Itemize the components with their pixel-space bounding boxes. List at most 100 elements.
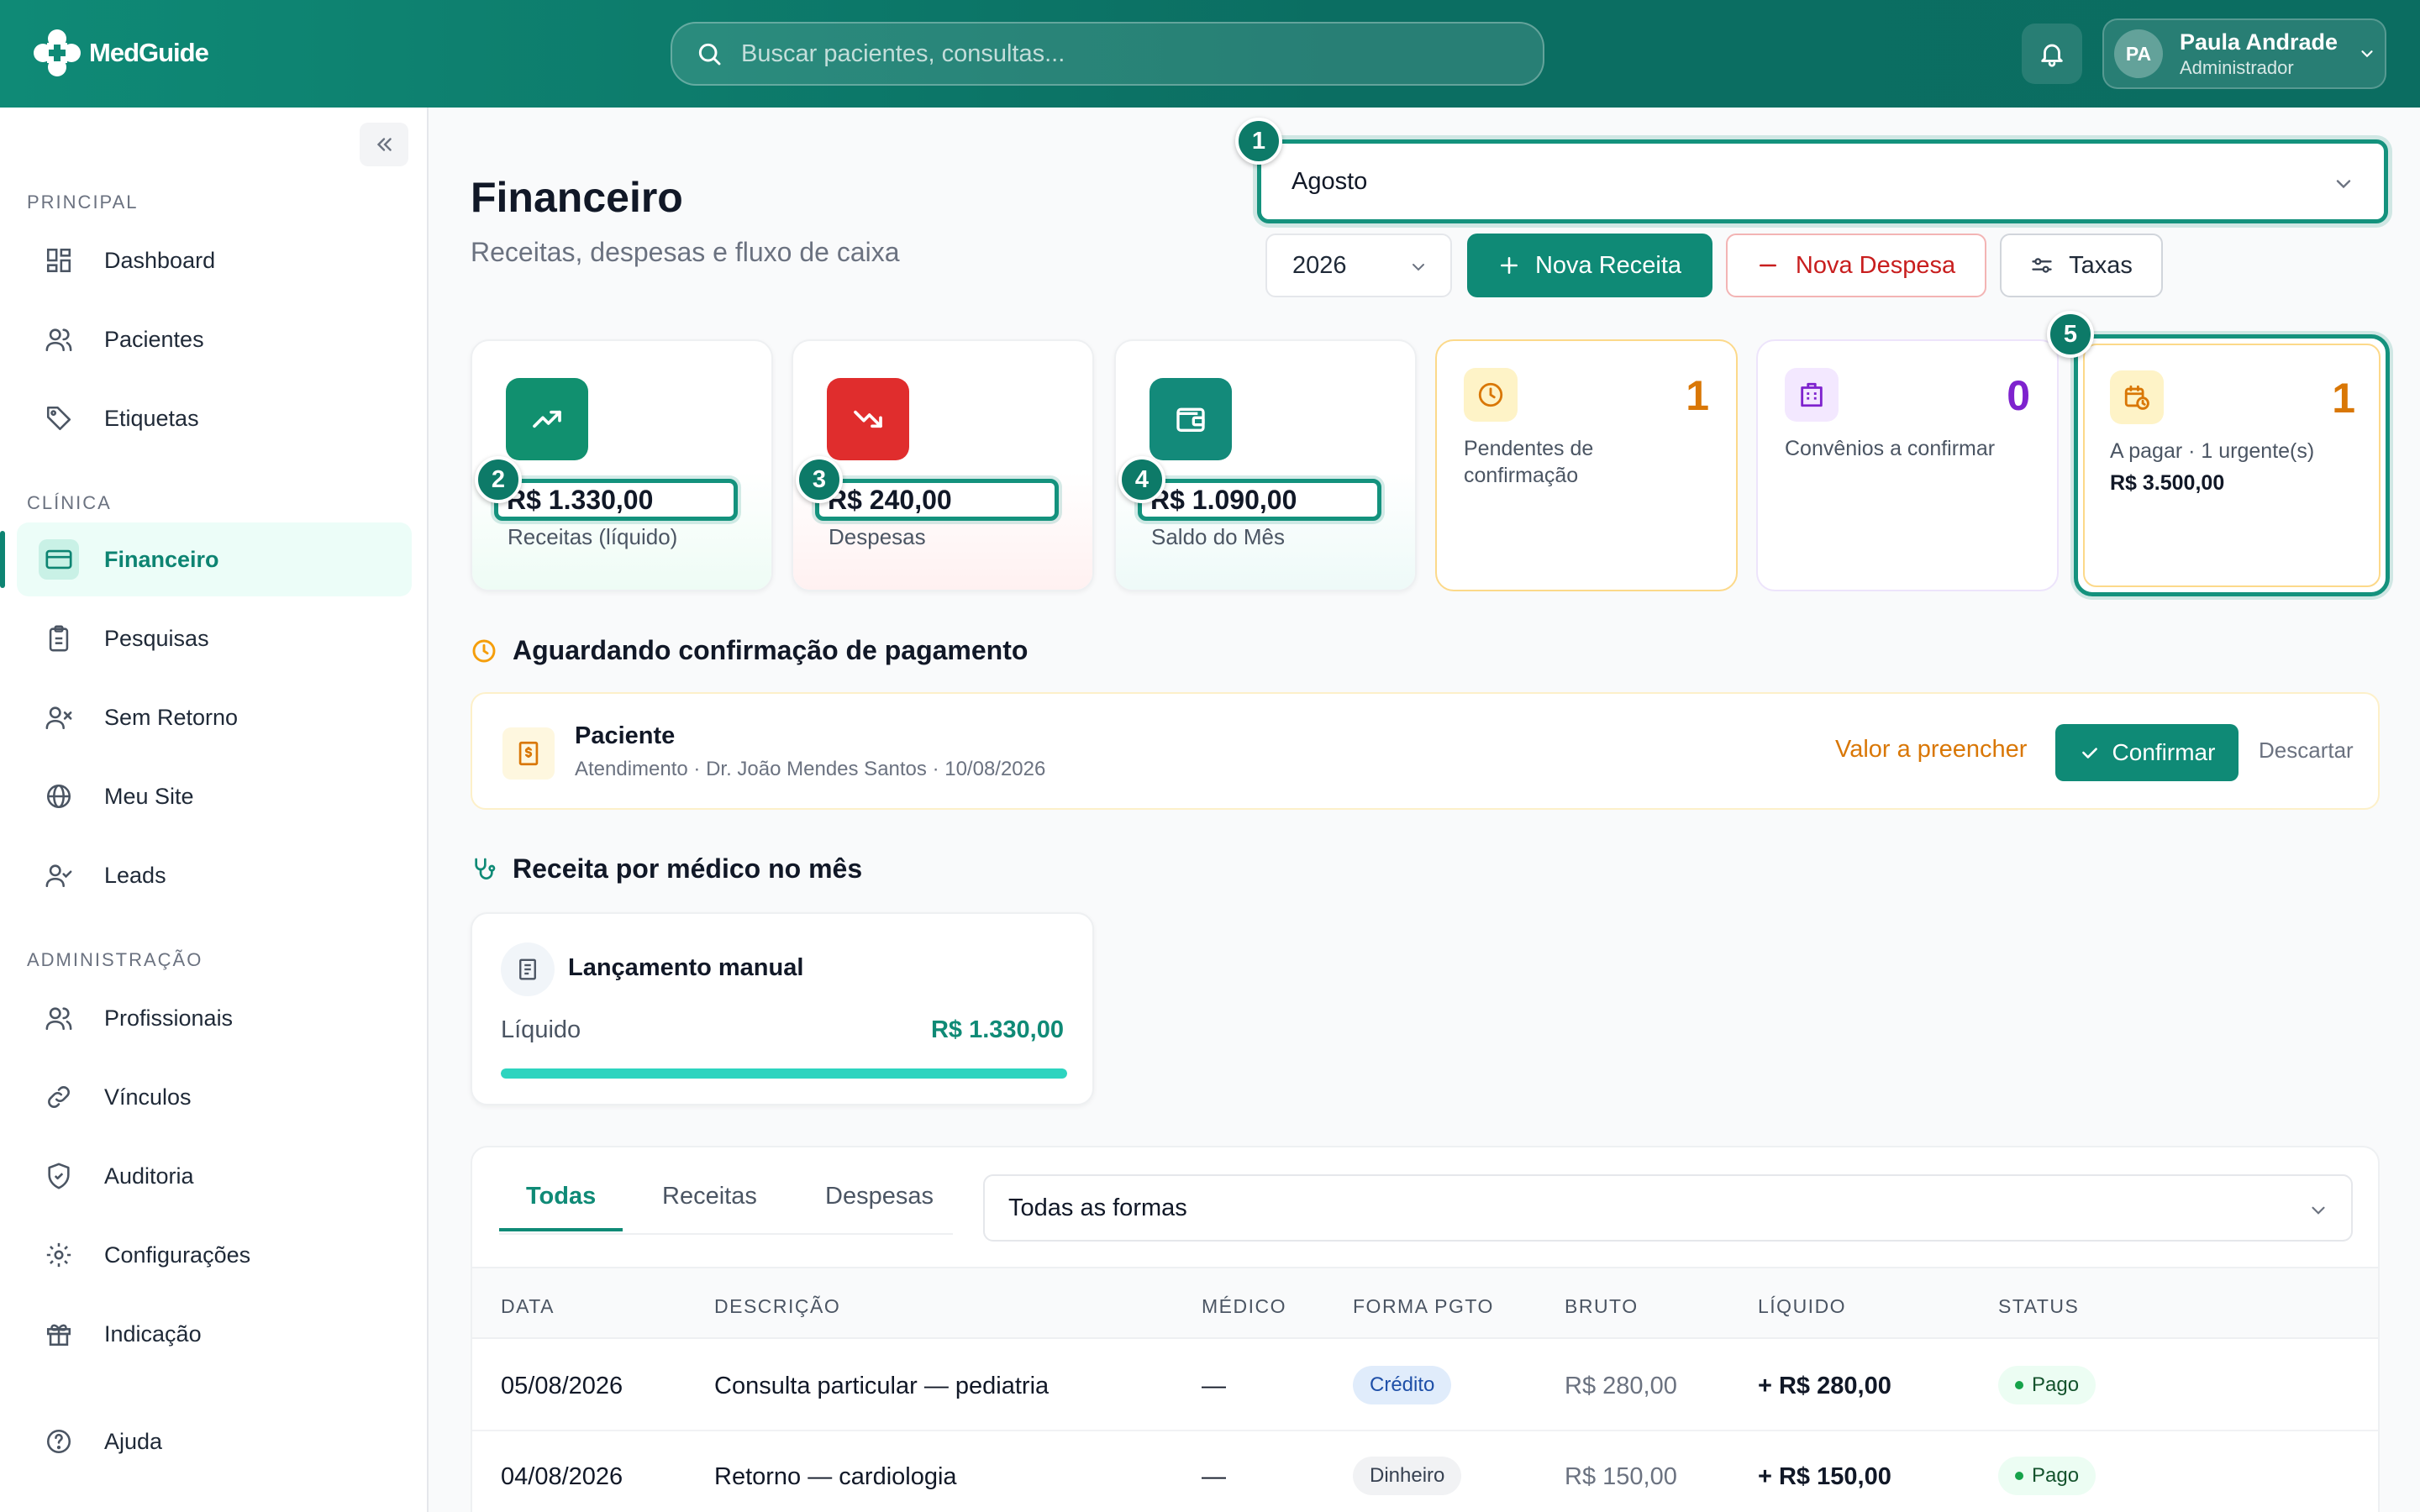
sidebar-item-auditoria[interactable]: Auditoria <box>17 1139 412 1213</box>
confirm-button[interactable]: Confirmar <box>2055 724 2238 781</box>
sidebar-item-ajuda[interactable]: Ajuda <box>17 1404 412 1478</box>
month-select-value: Agosto <box>1292 167 1368 195</box>
sidebar-item-label: Profissionais <box>104 1005 234 1031</box>
sidebar-item-profissionais[interactable]: Profissionais <box>17 981 412 1055</box>
sidebar-section-administracao: ADMINISTRAÇÃO <box>27 949 203 970</box>
gift-icon <box>39 1314 79 1354</box>
col-status[interactable]: STATUS <box>1998 1295 2079 1318</box>
doctor-name: Lançamento manual <box>568 954 804 981</box>
step-badge-1: 1 <box>1235 118 1282 165</box>
new-expense-button[interactable]: Nova Despesa <box>1726 234 1986 297</box>
to-pay-label: A pagar · 1 urgente(s) <box>2110 439 2315 463</box>
sidebar-section-principal: PRINCIPAL <box>27 192 139 213</box>
sidebar-item-label: Configurações <box>104 1242 251 1268</box>
table-header: DATA DESCRIÇÃO MÉDICO FORMA PGTO BRUTO L… <box>472 1267 2378 1339</box>
sidebar-item-label: Auditoria <box>104 1163 194 1189</box>
trend-up-icon <box>506 378 588 460</box>
clock-icon <box>471 638 497 664</box>
card-insurance-to-confirm[interactable]: 0 Convênios a confirmar <box>1756 339 2059 591</box>
card-to-pay[interactable]: 1 A pagar · 1 urgente(s) R$ 3.500,00 <box>2074 334 2390 596</box>
col-payment-method[interactable]: FORMA PGTO <box>1353 1295 1494 1318</box>
payment-method-badge: Crédito <box>1353 1366 1452 1404</box>
sidebar-item-etiquetas[interactable]: Etiquetas <box>17 381 412 455</box>
sidebar-item-leads[interactable]: Leads <box>17 838 412 912</box>
row-doctor: — <box>1202 1373 1226 1399</box>
user-x-icon <box>39 697 79 738</box>
row-date: 04/08/2026 <box>501 1463 623 1490</box>
sidebar-item-label: Pesquisas <box>104 625 209 651</box>
user-menu[interactable]: PA Paula Andrade Administrador <box>2102 18 2386 89</box>
chevron-down-icon <box>2307 1200 2329 1221</box>
payment-method-select[interactable]: Todas as formas <box>983 1174 2353 1242</box>
sidebar-item-pesquisas[interactable]: Pesquisas <box>17 601 412 675</box>
sidebar-item-label: Financeiro <box>104 546 219 572</box>
status-label: Pago <box>2032 1464 2080 1487</box>
discard-button[interactable]: Descartar <box>2259 738 2354 764</box>
col-doctor[interactable]: MÉDICO <box>1202 1295 1286 1318</box>
sidebar-item-label: Leads <box>104 862 166 888</box>
pending-section-label: Aguardando confirmação de pagamento <box>513 635 1028 665</box>
col-date[interactable]: DATA <box>501 1295 555 1318</box>
status-dot <box>2015 1381 2023 1389</box>
sidebar-item-dashboard[interactable]: Dashboard <box>17 223 412 297</box>
tab-despesas[interactable]: Despesas <box>798 1183 960 1231</box>
logo-text: MedGuide <box>89 38 209 67</box>
chevron-down-icon <box>2358 45 2376 63</box>
sliders-icon <box>2030 254 2054 277</box>
search-input[interactable] <box>741 39 1497 68</box>
status-dot <box>2015 1472 2023 1480</box>
month-select[interactable]: Agosto <box>1257 139 2388 223</box>
col-description[interactable]: DESCRIÇÃO <box>714 1295 840 1318</box>
active-indicator <box>0 531 5 588</box>
col-gross[interactable]: BRUTO <box>1565 1295 1639 1318</box>
tab-todas[interactable]: Todas <box>499 1183 623 1231</box>
stat-expenses-value: R$ 240,00 <box>815 479 1059 521</box>
sidebar-item-label: Sem Retorno <box>104 704 239 730</box>
building-icon <box>1785 368 1839 422</box>
to-pay-amount: R$ 3.500,00 <box>2110 471 2225 495</box>
logo[interactable]: MedGuide <box>32 25 217 81</box>
fees-button[interactable]: Taxas <box>2000 234 2163 297</box>
bell-icon <box>2038 39 2066 68</box>
pending-patient-name: Paciente <box>575 722 676 749</box>
year-select[interactable]: 2026 <box>1265 234 1452 297</box>
stat-balance-label: Saldo do Mês <box>1151 524 1285 549</box>
trend-down-icon <box>827 378 909 460</box>
step-badge-4: 4 <box>1118 456 1165 503</box>
link-icon <box>39 1077 79 1117</box>
new-income-button[interactable]: Nova Receita <box>1467 234 1712 297</box>
row-gross: R$ 150,00 <box>1565 1463 1677 1490</box>
fees-label: Taxas <box>2069 251 2133 279</box>
row-net: + R$ 280,00 <box>1758 1373 1891 1399</box>
sidebar: PRINCIPAL Dashboard Pacientes Etiquetas … <box>0 108 429 1512</box>
sidebar-item-sem-retorno[interactable]: Sem Retorno <box>17 680 412 754</box>
top-bar: MedGuide PA Paula Andrade Administrador <box>0 0 2420 108</box>
doctor-share-bar <box>501 1068 1067 1079</box>
clipboard-icon <box>39 618 79 659</box>
minus-icon <box>1757 255 1779 276</box>
wallet-icon <box>1150 378 1232 460</box>
search-bar[interactable] <box>671 22 1544 86</box>
chevron-down-icon <box>1408 257 1428 277</box>
table-row[interactable]: 04/08/2026 Retorno — cardiologia — Dinhe… <box>472 1431 2378 1512</box>
notifications-button[interactable] <box>2022 24 2082 84</box>
sidebar-item-indicacao[interactable]: Indicação <box>17 1297 412 1371</box>
sidebar-item-meu-site[interactable]: Meu Site <box>17 759 412 833</box>
table-row[interactable]: 05/08/2026 Consulta particular — pediatr… <box>472 1341 2378 1431</box>
sidebar-item-vinculos[interactable]: Vínculos <box>17 1060 412 1134</box>
search-icon <box>696 40 723 67</box>
doctor-net-label: Líquido <box>501 1016 581 1043</box>
card-pending-confirmation[interactable]: 1 Pendentes de confirmação <box>1435 339 1738 591</box>
sidebar-item-financeiro[interactable]: Financeiro <box>0 522 412 596</box>
collapse-sidebar-button[interactable] <box>360 123 408 166</box>
sidebar-item-configuracoes[interactable]: Configurações <box>17 1218 412 1292</box>
sidebar-item-pacientes[interactable]: Pacientes <box>17 302 412 376</box>
tab-receitas[interactable]: Receitas <box>635 1183 784 1231</box>
doctor-revenue-card[interactable]: Lançamento manual Líquido R$ 1.330,00 <box>471 912 1094 1105</box>
col-net[interactable]: LÍQUIDO <box>1758 1295 1846 1318</box>
users-icon <box>39 998 79 1038</box>
page-subtitle: Receitas, despesas e fluxo de caixa <box>471 237 900 267</box>
row-net: + R$ 150,00 <box>1758 1463 1891 1490</box>
sidebar-item-label: Dashboard <box>104 247 216 273</box>
pending-payment-row: Paciente Atendimento · Dr. João Mendes S… <box>471 692 2380 810</box>
